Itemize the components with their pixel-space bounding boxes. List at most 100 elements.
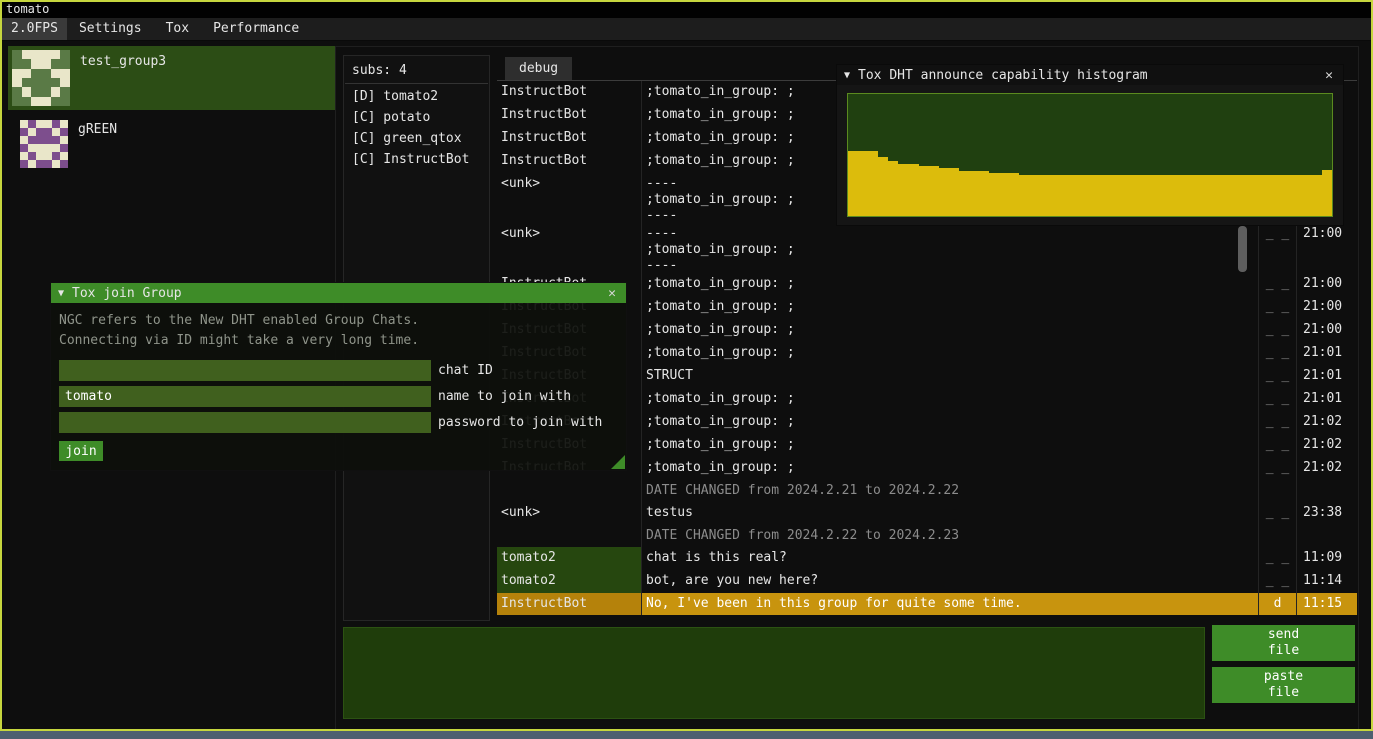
collapse-arrow-icon[interactable]: ▼ [58,288,64,299]
delivery-status: _ _ [1259,273,1297,296]
group-item-gREEN[interactable]: gREEN [8,114,336,172]
delivery-status: _ _ [1259,319,1297,342]
join-password-input[interactable] [59,412,431,433]
histogram-bar [1312,175,1322,216]
message-text: ;tomato_in_group: ; [642,319,1259,342]
histogram-bar [1281,175,1291,216]
members-header: subs: 4 [344,56,489,83]
timestamp: 21:00 [1297,273,1357,296]
message-input[interactable] [343,627,1205,719]
menu-item-settings[interactable]: Settings [67,18,154,40]
histogram-bar [1231,175,1241,216]
member-item[interactable]: [D] tomato2 [344,86,489,107]
delivery-status: _ _ [1259,457,1297,480]
timestamp: 23:38 [1297,502,1357,525]
message-text: No, I've been in this group for quite so… [642,593,1259,615]
message-row[interactable]: InstructBotNo, I've been in this group f… [497,593,1357,615]
sender-name: InstructBot [497,104,642,127]
histogram-bar [1201,175,1211,216]
histogram-bar [1160,175,1170,216]
date-changed-text: DATE CHANGED from 2024.2.21 to 2024.2.22 [642,480,1259,502]
histogram-bar [1271,175,1281,216]
timestamp: 11:15 [1297,593,1357,615]
close-icon[interactable]: ✕ [605,286,619,301]
timestamp: 11:14 [1297,570,1357,593]
date-separator-row: DATE CHANGED from 2024.2.21 to 2024.2.22 [497,480,1357,502]
sender-name: InstructBot [497,593,642,615]
join-group-body: NGC refers to the New DHT enabled Group … [51,303,626,470]
histogram-bar [949,168,959,216]
delivery-status: _ _ [1259,547,1297,570]
join-group-titlebar[interactable]: ▼ Tox join Group ✕ [51,283,626,303]
send-file-button[interactable]: send file [1212,625,1355,661]
message-row[interactable]: tomato2bot, are you new here?_ _11:14 [497,570,1357,593]
chat-scrollbar[interactable] [1238,226,1247,272]
paste-file-button[interactable]: paste file [1212,667,1355,703]
member-item[interactable]: [C] green_qtox [344,128,489,149]
histogram-bar [898,164,908,216]
join-group-window: ▼ Tox join Group ✕ NGC refers to the New… [50,282,627,471]
histogram-bar [1291,175,1301,216]
message-text: ;tomato_in_group: ; [642,342,1259,365]
delivery-status: _ _ [1259,296,1297,319]
message-row[interactable]: <unk>----;tomato_in_group: ;----_ _21:00 [497,223,1357,273]
dht-histogram-titlebar[interactable]: ▼ Tox DHT announce capability histogram … [837,65,1343,85]
member-item[interactable]: [C] InstructBot [344,149,489,170]
sender-name: InstructBot [497,81,642,104]
join-info-text: NGC refers to the New DHT enabled Group … [59,311,618,351]
message-text: ----;tomato_in_group: ;---- [642,223,1259,273]
delivery-status: _ _ [1259,570,1297,593]
menu-item-tox[interactable]: Tox [154,18,201,40]
timestamp: 21:00 [1297,319,1357,342]
histogram-bar [1039,175,1049,216]
histogram-bar [1060,175,1070,216]
message-text: ;tomato_in_group: ; [642,434,1259,457]
join-field-row: chat ID [59,360,618,381]
join-info-line: Connecting via ID might take a very long… [59,331,618,351]
join-button[interactable]: join [59,441,103,461]
histogram-bar [858,151,868,216]
histogram-bar [1171,175,1181,216]
dht-histogram-plot [847,93,1333,217]
delivery-status: _ _ [1259,342,1297,365]
timestamp: 21:00 [1297,223,1357,273]
close-icon[interactable]: ✕ [1322,68,1336,83]
delivery-status [1259,480,1297,502]
histogram-bar [1191,175,1201,216]
chat-id-input[interactable] [59,360,431,381]
histogram-bar [848,151,858,216]
desktop-edge [0,731,1373,739]
message-text: ;tomato_in_group: ; [642,457,1259,480]
date-separator-row: DATE CHANGED from 2024.2.22 to 2024.2.23 [497,525,1357,547]
message-row[interactable]: <unk>testus_ _23:38 [497,502,1357,525]
histogram-bar [1090,175,1100,216]
message-text: ;tomato_in_group: ; [642,273,1259,296]
dht-histogram-title: Tox DHT announce capability histogram [858,68,1314,83]
window-title: tomato [6,2,49,16]
sender-name: <unk> [497,173,642,223]
histogram-bar [1070,175,1080,216]
menu-item-performance[interactable]: Performance [201,18,311,40]
join-name-input[interactable] [59,386,431,407]
resize-grip[interactable] [611,455,625,469]
collapse-arrow-icon[interactable]: ▼ [844,70,850,81]
histogram-bar [1181,175,1191,216]
menu-items: SettingsToxPerformance [67,18,311,40]
members-separator [345,83,488,84]
tab-debug[interactable]: debug [505,57,572,81]
chat-id-label: chat ID [438,363,493,378]
timestamp: 21:01 [1297,388,1357,411]
histogram-bar [868,151,878,216]
timestamp [1297,525,1357,547]
histogram-bar [1261,175,1271,216]
histogram-bar [969,171,979,216]
message-row[interactable]: tomato2chat is this real?_ _11:09 [497,547,1357,570]
join-field-row: password to join with [59,412,618,433]
delivery-status: _ _ [1259,502,1297,525]
timestamp: 21:02 [1297,434,1357,457]
message-text: ;tomato_in_group: ; [642,296,1259,319]
member-item[interactable]: [C] potato [344,107,489,128]
message-text: ;tomato_in_group: ; [642,388,1259,411]
group-item-test_group3[interactable]: test_group3 [8,46,336,110]
histogram-bar [1150,175,1160,216]
